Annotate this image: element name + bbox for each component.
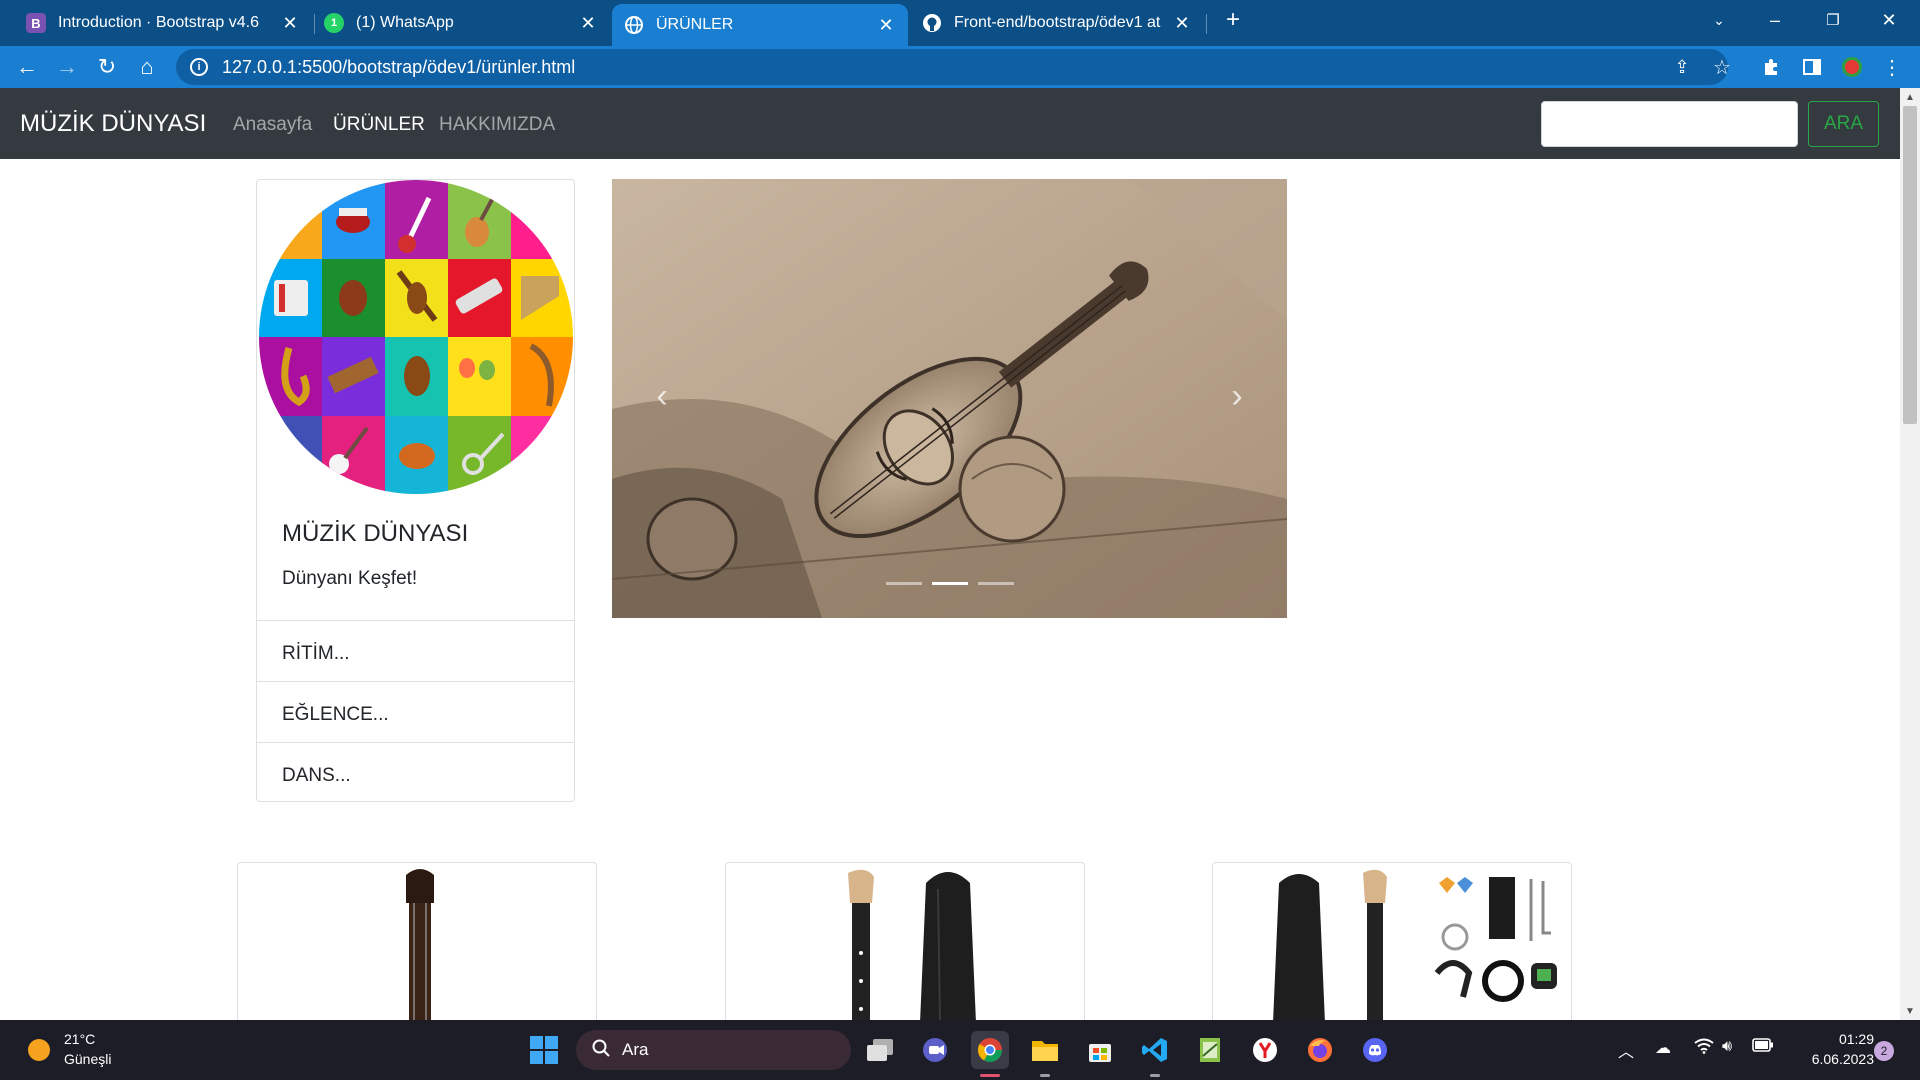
firefox-icon[interactable] xyxy=(1301,1031,1339,1069)
weather-sun-icon[interactable] xyxy=(20,1031,58,1069)
list-item-dans[interactable]: DANS... xyxy=(257,742,574,803)
tab-search-chevron-icon[interactable]: ⌄ xyxy=(1696,0,1742,40)
tab-separator xyxy=(1206,14,1207,34)
image-carousel: ‹ › xyxy=(612,179,1287,618)
notepad-icon[interactable] xyxy=(1191,1031,1229,1069)
vscode-icon[interactable] xyxy=(1136,1031,1174,1069)
nav-link-anasayfa[interactable]: Anasayfa xyxy=(233,114,312,136)
file-explorer-icon[interactable] xyxy=(1026,1031,1064,1069)
url-text: 127.0.0.1:5500/bootstrap/ödev1/ürünler.h… xyxy=(222,56,576,77)
tab-urunler[interactable]: ÜRÜNLER ✕ xyxy=(612,4,908,46)
bootstrap-icon: B xyxy=(26,13,46,33)
browser-menu-icon[interactable]: ⋮ xyxy=(1878,53,1906,81)
info-card: MÜZİK DÜNYASI Dünyanı Keşfet! RİTİM... E… xyxy=(256,179,575,802)
volume-icon[interactable]: 🔊︎ xyxy=(1722,1038,1732,1056)
nav-link-urunler[interactable]: ÜRÜNLER xyxy=(333,114,425,136)
scrollbar-thumb[interactable] xyxy=(1903,106,1917,424)
teams-chat-icon[interactable] xyxy=(916,1031,954,1069)
extensions-puzzle-icon[interactable] xyxy=(1758,53,1786,81)
site-info-icon[interactable]: i xyxy=(190,58,208,76)
bookmark-star-icon[interactable]: ☆ xyxy=(1708,53,1736,81)
home-icon[interactable]: ⌂ xyxy=(130,50,164,84)
guitar-accessory-set-image xyxy=(1273,869,1557,1022)
minimize-button[interactable]: – xyxy=(1752,0,1798,40)
close-icon[interactable]: ✕ xyxy=(280,13,300,34)
browser-tab-bar: B Introduction · Bootstrap v4.6 ✕ 1 (1) … xyxy=(0,0,1920,46)
yandex-browser-icon[interactable] xyxy=(1246,1031,1284,1069)
close-icon[interactable]: ✕ xyxy=(876,15,896,36)
list-item-eglence[interactable]: EĞLENCE... xyxy=(257,681,574,742)
notification-badge[interactable]: 2 xyxy=(1874,1041,1894,1061)
scroll-up-arrow-icon[interactable]: ▲ xyxy=(1900,88,1920,106)
close-icon[interactable]: ✕ xyxy=(578,13,598,34)
microsoft-store-icon[interactable] xyxy=(1081,1031,1119,1069)
tab-bootstrap[interactable]: B Introduction · Bootstrap v4.6 ✕ xyxy=(14,4,312,42)
violin-sketch-slide xyxy=(612,179,1287,618)
tab-title: Front-end/bootstrap/ödev1 at m xyxy=(954,14,1164,31)
reload-icon[interactable]: ↻ xyxy=(90,50,124,84)
nav-link-hakkimizda[interactable]: HAKKIMIZDA xyxy=(439,114,555,136)
tab-title: ÜRÜNLER xyxy=(656,16,734,33)
tray-overflow-chevron-icon[interactable]: ︿ xyxy=(1618,1038,1634,1062)
windows-start-icon[interactable] xyxy=(525,1031,563,1069)
instruments-collage-image xyxy=(259,180,573,494)
tab-whatsapp[interactable]: 1 (1) WhatsApp ✕ xyxy=(312,4,610,42)
carousel-next-chevron-icon[interactable]: › xyxy=(1217,376,1257,416)
electric-guitar-gig-bag-image xyxy=(848,869,976,1022)
chrome-running-indicator xyxy=(980,1074,1000,1077)
classical-guitar-image xyxy=(406,869,434,1022)
card-title: MÜZİK DÜNYASI xyxy=(282,520,469,547)
scroll-down-arrow-icon[interactable]: ▼ xyxy=(1900,1002,1920,1020)
navbar-brand[interactable]: MÜZİK DÜNYASI xyxy=(20,110,206,138)
globe-icon xyxy=(624,15,644,35)
close-window-button[interactable]: ✕ xyxy=(1866,0,1912,40)
search-input[interactable] xyxy=(1541,101,1798,147)
battery-icon[interactable] xyxy=(1752,1038,1774,1057)
url-field[interactable]: i 127.0.0.1:5500/bootstrap/ödev1/ürünler… xyxy=(176,49,1728,85)
tab-title: (1) WhatsApp xyxy=(356,14,454,31)
back-arrow-icon[interactable]: ← xyxy=(10,50,44,84)
chrome-icon[interactable] xyxy=(971,1031,1009,1069)
explorer-running-indicator xyxy=(1040,1074,1050,1077)
taskbar-search-box[interactable]: Ara xyxy=(576,1030,851,1070)
github-icon xyxy=(922,13,942,33)
forward-arrow-icon[interactable]: → xyxy=(50,50,84,84)
clock-time[interactable]: 01:29 xyxy=(1816,1031,1874,1047)
restore-button[interactable]: ❐ xyxy=(1810,0,1856,40)
new-tab-button[interactable]: + xyxy=(1210,0,1256,40)
site-navbar: MÜZİK DÜNYASI Anasayfa ÜRÜNLER HAKKIMIZD… xyxy=(0,88,1900,159)
weather-temperature[interactable]: 21°C xyxy=(64,1031,95,1047)
wifi-icon[interactable] xyxy=(1694,1038,1714,1059)
search-button[interactable]: ARA xyxy=(1808,101,1879,147)
search-icon xyxy=(592,1039,610,1062)
taskbar-search-placeholder: Ara xyxy=(622,1040,649,1059)
carousel-indicator[interactable] xyxy=(978,582,1014,585)
onedrive-cloud-icon[interactable]: ☁ xyxy=(1655,1038,1671,1058)
tab-github[interactable]: Front-end/bootstrap/ödev1 at m ✕ xyxy=(910,4,1204,42)
carousel-prev-chevron-icon[interactable]: ‹ xyxy=(642,376,682,416)
carousel-indicator[interactable] xyxy=(932,582,968,585)
close-icon[interactable]: ✕ xyxy=(1172,13,1192,34)
card-text: Dünyanı Keşfet! xyxy=(282,568,418,589)
carousel-indicators xyxy=(886,582,1014,585)
carousel-indicator[interactable] xyxy=(886,582,922,585)
vscode-running-indicator xyxy=(1150,1074,1160,1077)
list-item-ritim[interactable]: RİTİM... xyxy=(257,620,574,681)
product-card-electric-guitar[interactable] xyxy=(725,862,1085,1022)
discord-icon[interactable] xyxy=(1356,1031,1394,1069)
address-bar: ← → ↻ ⌂ i 127.0.0.1:5500/bootstrap/ödev1… xyxy=(0,46,1920,88)
product-card-classical-guitar[interactable] xyxy=(237,862,597,1022)
share-icon[interactable]: ⇪ xyxy=(1668,53,1696,81)
product-card-guitar-accessories[interactable] xyxy=(1212,862,1572,1022)
notification-count: 2 xyxy=(1880,1044,1888,1058)
task-view-icon[interactable] xyxy=(861,1031,899,1069)
windows-taskbar: 21°C Güneşli Ara ︿ ☁ � xyxy=(0,1020,1920,1080)
clock-date[interactable]: 6.06.2023 xyxy=(1796,1051,1874,1067)
profile-avatar-icon[interactable] xyxy=(1838,53,1866,81)
whatsapp-icon: 1 xyxy=(324,13,344,33)
weather-description[interactable]: Güneşli xyxy=(64,1051,111,1067)
tab-title: Introduction · Bootstrap v4.6 xyxy=(58,14,259,31)
side-panel-icon[interactable] xyxy=(1798,53,1826,81)
